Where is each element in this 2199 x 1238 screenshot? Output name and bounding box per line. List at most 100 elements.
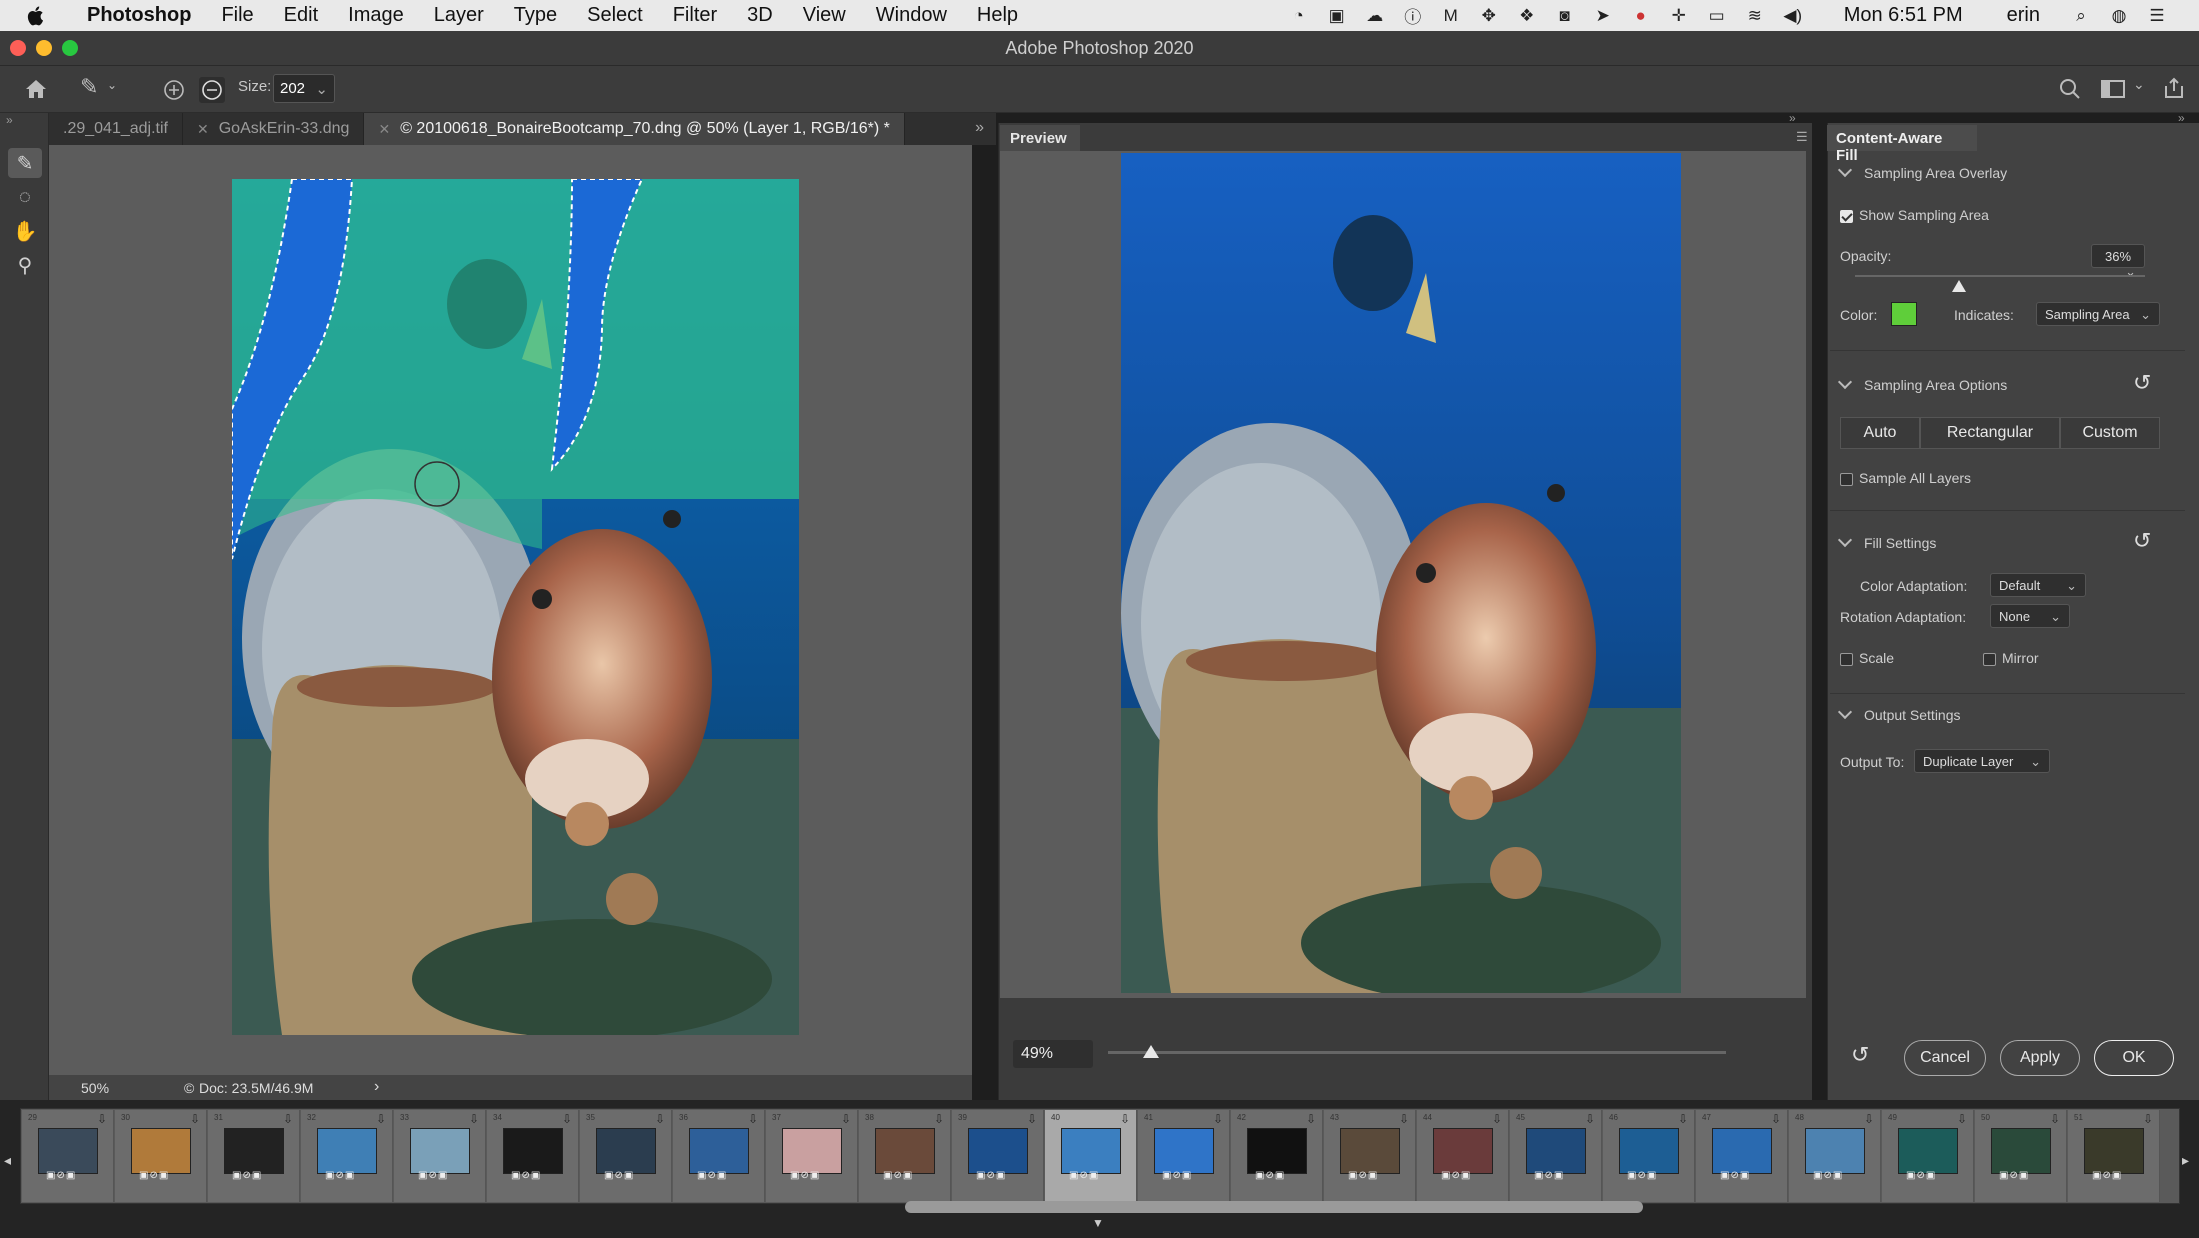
- airplay-icon[interactable]: ▭: [1705, 6, 1729, 26]
- filmstrip-thumbnail[interactable]: 44 ⇩ ▣⊘▣: [1417, 1110, 1509, 1202]
- download-icon[interactable]: ⇩: [1213, 1112, 1223, 1126]
- download-icon[interactable]: ⇩: [1492, 1112, 1502, 1126]
- workspace-chevron-icon[interactable]: ⌄: [2133, 76, 2145, 93]
- display-icon[interactable]: ▣: [1325, 6, 1349, 26]
- record-icon[interactable]: ●: [1629, 6, 1653, 26]
- menu-type[interactable]: Type: [499, 4, 572, 27]
- reset-all-icon[interactable]: ↺: [1851, 1042, 1869, 1068]
- hand-icon[interactable]: ✋: [8, 216, 42, 246]
- close-tab-icon[interactable]: ✕: [197, 121, 209, 138]
- size-dropdown-icon[interactable]: ⌄: [315, 80, 328, 98]
- filmstrip-thumbnail[interactable]: 33 ⇩ ▣⊘▣: [394, 1110, 486, 1202]
- subtract-mode-icon[interactable]: [199, 77, 225, 103]
- filmstrip-thumbnail[interactable]: 29 ⇩ ▣⊘▣: [22, 1110, 114, 1202]
- status-zoom[interactable]: 50%: [81, 1080, 109, 1096]
- menu-clock[interactable]: Mon 6:51 PM: [1829, 4, 1978, 27]
- document-image[interactable]: [232, 179, 799, 1035]
- download-icon[interactable]: ⇩: [1120, 1112, 1130, 1126]
- download-icon[interactable]: ⇩: [2143, 1112, 2153, 1126]
- zoom-tool-icon[interactable]: ⚲: [8, 250, 42, 280]
- siri-icon[interactable]: ◍: [2107, 6, 2131, 26]
- workspace-icon[interactable]: [2100, 78, 2126, 100]
- lasso-icon[interactable]: ◌: [8, 182, 42, 212]
- opacity-slider[interactable]: [1855, 275, 2145, 277]
- chevron-down-icon[interactable]: [1837, 162, 1853, 178]
- download-icon[interactable]: ⇩: [748, 1112, 758, 1126]
- info-icon[interactable]: ⓘ: [1401, 6, 1425, 27]
- sampling-auto-button[interactable]: Auto: [1840, 417, 1920, 449]
- preview-zoom-slider[interactable]: [1108, 1051, 1726, 1054]
- collapse-toolbar-icon[interactable]: »: [6, 113, 13, 127]
- tab-goaskerin[interactable]: ✕ GoAskErin-33.dng: [183, 113, 365, 145]
- download-icon[interactable]: ⇩: [1585, 1112, 1595, 1126]
- menu-app-name[interactable]: Photoshop: [72, 4, 206, 27]
- filmstrip-thumbnail[interactable]: 41 ⇩ ▣⊘▣: [1138, 1110, 1230, 1202]
- sampling-custom-button[interactable]: Custom: [2060, 417, 2160, 449]
- move-icon[interactable]: ✛: [1667, 6, 1691, 26]
- sample-all-layers-checkbox[interactable]: Sample All Layers: [1840, 470, 1971, 486]
- download-icon[interactable]: ⇩: [1027, 1112, 1037, 1126]
- tab-adj-tif[interactable]: .29_041_adj.tif: [49, 113, 183, 145]
- filmstrip-thumbnail[interactable]: 37 ⇩ ▣⊘▣: [766, 1110, 858, 1202]
- filmstrip-thumbnail[interactable]: 35 ⇩ ▣⊘▣: [580, 1110, 672, 1202]
- filmstrip-thumbnail[interactable]: 36 ⇩ ▣⊘▣: [673, 1110, 765, 1202]
- section-sampling-options[interactable]: Sampling Area Options: [1837, 374, 2007, 393]
- close-tab-icon[interactable]: ✕: [378, 121, 390, 138]
- filmstrip-thumbnail[interactable]: 43 ⇩ ▣⊘▣: [1324, 1110, 1416, 1202]
- filmstrip-thumbnail[interactable]: 46 ⇩ ▣⊘▣: [1603, 1110, 1695, 1202]
- search-icon[interactable]: [2058, 77, 2082, 101]
- home-icon[interactable]: [24, 78, 48, 100]
- filmstrip-thumbnail[interactable]: 34 ⇩ ▣⊘▣: [487, 1110, 579, 1202]
- reset-fill-icon[interactable]: ↺: [2133, 528, 2151, 554]
- download-icon[interactable]: ⇩: [934, 1112, 944, 1126]
- opacity-input[interactable]: 36%: [2091, 244, 2145, 268]
- notification-list-icon[interactable]: ☰: [2145, 6, 2169, 26]
- dropbox-alt-icon[interactable]: ❖: [1515, 6, 1539, 26]
- filmstrip-thumbnail[interactable]: 42 ⇩ ▣⊘▣: [1231, 1110, 1323, 1202]
- filmstrip-thumbnail[interactable]: 38 ⇩ ▣⊘▣: [859, 1110, 951, 1202]
- preview-zoom-thumb[interactable]: [1143, 1045, 1160, 1058]
- more-tabs-icon[interactable]: »: [963, 113, 996, 145]
- opacity-slider-thumb[interactable]: [1952, 280, 1967, 292]
- brush-tool-icon[interactable]: ✎: [80, 74, 98, 100]
- download-icon[interactable]: ⇩: [562, 1112, 572, 1126]
- apply-button[interactable]: Apply: [2000, 1040, 2080, 1076]
- filmstrip-thumbnail[interactable]: 40 ⇩ ▣⊘▣: [1045, 1110, 1137, 1202]
- menu-file[interactable]: File: [206, 4, 268, 27]
- download-icon[interactable]: ⇩: [469, 1112, 479, 1126]
- arrow-icon[interactable]: ➤: [1591, 6, 1615, 26]
- filmstrip-thumbnail[interactable]: 50 ⇩ ▣⊘▣: [1975, 1110, 2067, 1202]
- menu-select[interactable]: Select: [572, 4, 658, 27]
- mirror-checkbox[interactable]: Mirror: [1983, 650, 2039, 666]
- mail-icon[interactable]: M: [1439, 6, 1463, 26]
- sampling-rectangular-button[interactable]: Rectangular: [1920, 417, 2060, 449]
- gauge-icon[interactable]: ◔: [1287, 6, 1311, 26]
- menu-user[interactable]: erin: [1992, 4, 2055, 27]
- spotlight-search-icon[interactable]: ⌕: [2069, 6, 2093, 26]
- checkbox-unchecked-icon[interactable]: [1840, 472, 1853, 486]
- status-more-icon[interactable]: ›: [374, 1078, 379, 1096]
- menu-image[interactable]: Image: [333, 4, 419, 27]
- brush-size-input[interactable]: 202 ⌄: [273, 74, 335, 103]
- preview-zoom-field[interactable]: 49%: [1013, 1040, 1093, 1068]
- chevron-down-icon[interactable]: [1837, 532, 1853, 548]
- menu-3d[interactable]: 3D: [732, 4, 788, 27]
- apple-icon[interactable]: [26, 5, 46, 27]
- rotation-adaptation-dropdown[interactable]: None: [1990, 604, 2070, 628]
- filmstrip-scrollbar[interactable]: [905, 1201, 1643, 1213]
- filmstrip-left-icon[interactable]: ◂: [4, 1152, 11, 1169]
- download-icon[interactable]: ⇩: [655, 1112, 665, 1126]
- menu-help[interactable]: Help: [962, 4, 1033, 27]
- filmstrip-thumbnail[interactable]: 31 ⇩ ▣⊘▣: [208, 1110, 300, 1202]
- preview-tab[interactable]: Preview: [1000, 125, 1080, 151]
- download-icon[interactable]: ⇩: [283, 1112, 293, 1126]
- download-icon[interactable]: ⇩: [1306, 1112, 1316, 1126]
- download-icon[interactable]: ⇩: [1957, 1112, 1967, 1126]
- menu-edit[interactable]: Edit: [269, 4, 333, 27]
- checkbox-unchecked-icon[interactable]: [1983, 652, 1996, 666]
- menu-view[interactable]: View: [788, 4, 861, 27]
- cloud-sync-icon[interactable]: ☁: [1363, 6, 1387, 26]
- filmstrip-thumbnail[interactable]: 30 ⇩ ▣⊘▣: [115, 1110, 207, 1202]
- wifi-icon[interactable]: ≋: [1743, 6, 1767, 26]
- dropbox-icon[interactable]: ✥: [1477, 6, 1501, 26]
